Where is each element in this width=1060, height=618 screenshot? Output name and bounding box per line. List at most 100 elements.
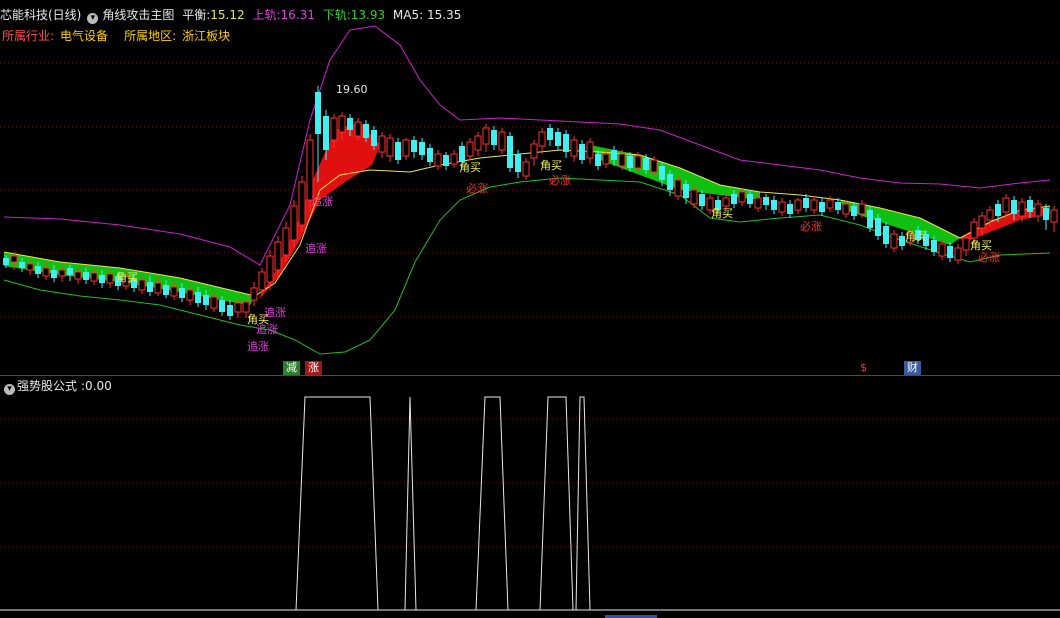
panel-divider [0, 375, 1060, 376]
candle-body [35, 266, 41, 274]
candle-body [1034, 203, 1042, 217]
price-chart[interactable] [0, 0, 1060, 618]
candle-body [298, 181, 306, 226]
candle-body [690, 189, 698, 205]
candle-body [203, 295, 209, 305]
candle-body [650, 159, 658, 173]
candle-body [947, 246, 953, 258]
candle-body [371, 130, 377, 146]
candle-body [210, 296, 218, 309]
candle-body [170, 286, 178, 297]
candle-body [890, 233, 898, 249]
candle-body [474, 135, 482, 151]
candle-body [810, 199, 818, 211]
candle-body [667, 174, 673, 190]
candle-body [563, 134, 569, 152]
candle-body [515, 154, 521, 172]
candle-body [602, 153, 610, 165]
candle-body [875, 218, 881, 236]
bull-zone-fill [258, 122, 1050, 300]
candle-body [842, 203, 850, 215]
signal-bizhang: 必涨 [466, 182, 488, 195]
candles [3, 86, 1058, 320]
dropdown-circle-icon[interactable]: ▾ [4, 384, 15, 395]
candle-body [883, 226, 889, 244]
candle-body [938, 243, 946, 257]
candle-body [611, 150, 617, 160]
candle-body [699, 194, 705, 206]
candle-body [266, 255, 274, 283]
signal-jiaomai: 角买 [116, 271, 138, 284]
candle-body [250, 287, 258, 301]
candle-body [858, 203, 866, 215]
candle-body [338, 115, 346, 133]
candle-body [450, 153, 458, 165]
candle-body [443, 155, 449, 166]
candle-body [747, 194, 753, 204]
candle-body [787, 204, 793, 214]
candle-body [491, 130, 497, 145]
candle-body [579, 144, 585, 160]
candle-body [1011, 200, 1017, 214]
signal-jiaomai: 角买 [459, 161, 481, 174]
sub-chart-title[interactable]: 强势股公式 [17, 379, 77, 393]
candle-body [754, 197, 762, 209]
candle-body [931, 240, 937, 252]
candle-body [395, 142, 401, 160]
candle-body [227, 305, 233, 316]
marker-zhang[interactable]: 涨 [305, 361, 322, 375]
signal-bizhang: 必涨 [800, 220, 822, 233]
candle-body [1002, 197, 1010, 213]
candle-body [1027, 200, 1033, 212]
strong-stock-line [0, 396, 1060, 611]
candle-body [507, 136, 513, 168]
candle-body [962, 237, 970, 251]
marker-jian[interactable]: 减 [283, 361, 300, 375]
candle-body [819, 202, 825, 212]
candle-body [154, 282, 162, 294]
candle-body [90, 272, 98, 282]
candle-body [995, 204, 1001, 216]
candle-body [763, 197, 769, 205]
marker-dollar[interactable]: $ [857, 361, 870, 375]
signal-jiaomai: 角买 [247, 313, 269, 326]
candle-body [378, 135, 386, 153]
signal-jiaomai: 角买 [711, 207, 733, 220]
candle-body [867, 210, 873, 228]
peak-price-label: 19.60 [336, 83, 368, 96]
candle-body [411, 140, 417, 152]
candle-body [99, 275, 105, 283]
candle-body [219, 300, 225, 312]
candle-body [986, 209, 994, 221]
candle-body [466, 141, 474, 157]
candle-body [282, 227, 290, 256]
candle-body [618, 153, 626, 167]
candle-body [771, 200, 777, 210]
candle-body [386, 137, 394, 157]
candle-body [1018, 201, 1026, 217]
candle-body [498, 131, 506, 151]
candle-body [19, 262, 25, 268]
candle-body [290, 205, 298, 241]
marker-cai[interactable]: 财 [904, 361, 921, 375]
candle-body [731, 194, 737, 204]
candle-body [627, 156, 633, 168]
candle-body [634, 155, 642, 169]
candle-body [683, 184, 689, 198]
signal-zhuizhang: 追涨 [311, 195, 333, 208]
candle-body [315, 92, 321, 134]
candle-body [586, 141, 594, 159]
signal-jiaomai: 角买 [905, 230, 927, 243]
candle-body [138, 279, 146, 291]
candle-body [51, 270, 57, 278]
signal-zhuizhang: 追涨 [247, 340, 269, 353]
candle-body [234, 302, 242, 313]
candle-body [555, 132, 561, 146]
candle-body [74, 271, 82, 280]
sub-chart-header: ▾ 强势股公式:0.00 [2, 377, 112, 395]
candle-body [179, 288, 185, 298]
candle-body [482, 127, 490, 145]
candle-body [274, 241, 282, 271]
candle-body [978, 215, 986, 229]
signal-bizhang: 必涨 [978, 251, 1000, 264]
